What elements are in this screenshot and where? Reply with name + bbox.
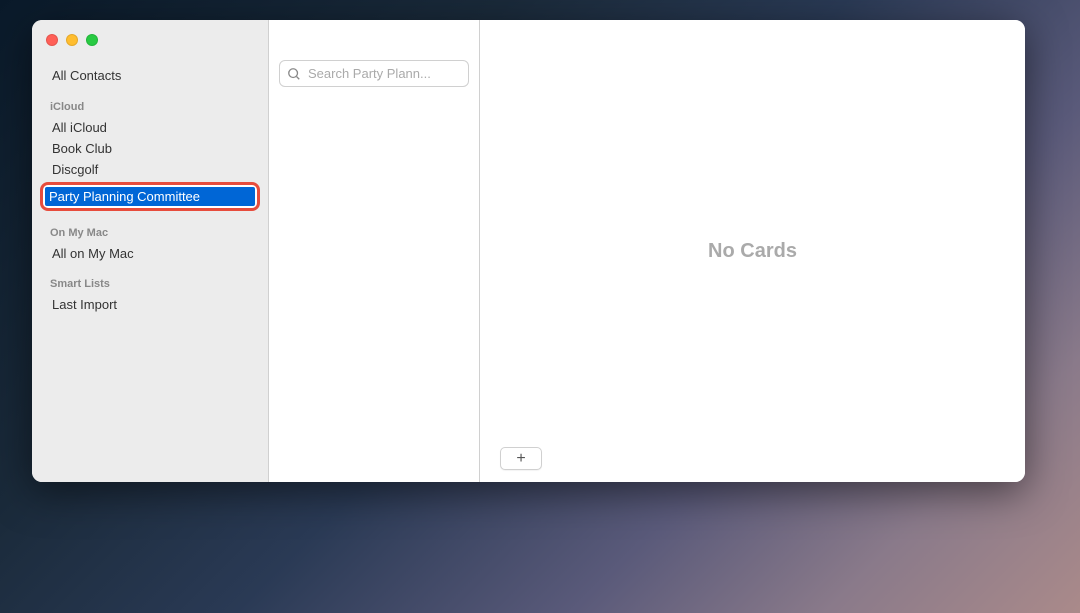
plus-icon: +	[516, 451, 525, 467]
section-header-icloud: iCloud	[32, 87, 268, 117]
search-input[interactable]	[279, 60, 469, 87]
add-contact-button[interactable]: +	[500, 447, 542, 470]
contact-list-pane	[269, 20, 480, 482]
maximize-window-button[interactable]	[86, 34, 98, 46]
sidebar-item-all-icloud[interactable]: All iCloud	[32, 117, 268, 138]
sidebar: All Contacts iCloud All iCloud Book Club…	[32, 20, 269, 482]
close-window-button[interactable]	[46, 34, 58, 46]
section-header-smart-lists: Smart Lists	[32, 264, 268, 294]
search-icon	[287, 67, 301, 81]
empty-state-text: No Cards	[708, 240, 797, 263]
contacts-window: All Contacts iCloud All iCloud Book Club…	[32, 20, 1025, 482]
list-rename-input[interactable]	[45, 187, 255, 206]
sidebar-item-all-on-my-mac[interactable]: All on My Mac	[32, 243, 268, 264]
window-controls	[32, 32, 268, 64]
sidebar-item-last-import[interactable]: Last Import	[32, 294, 268, 315]
sidebar-item-editing[interactable]	[40, 182, 260, 211]
contact-detail-pane: No Cards +	[480, 20, 1025, 482]
section-header-on-my-mac: On My Mac	[32, 213, 268, 243]
minimize-window-button[interactable]	[66, 34, 78, 46]
search-container	[279, 60, 469, 87]
sidebar-item-book-club[interactable]: Book Club	[32, 138, 268, 159]
sidebar-item-discgolf[interactable]: Discgolf	[32, 159, 268, 180]
sidebar-all-contacts[interactable]: All Contacts	[32, 64, 268, 87]
